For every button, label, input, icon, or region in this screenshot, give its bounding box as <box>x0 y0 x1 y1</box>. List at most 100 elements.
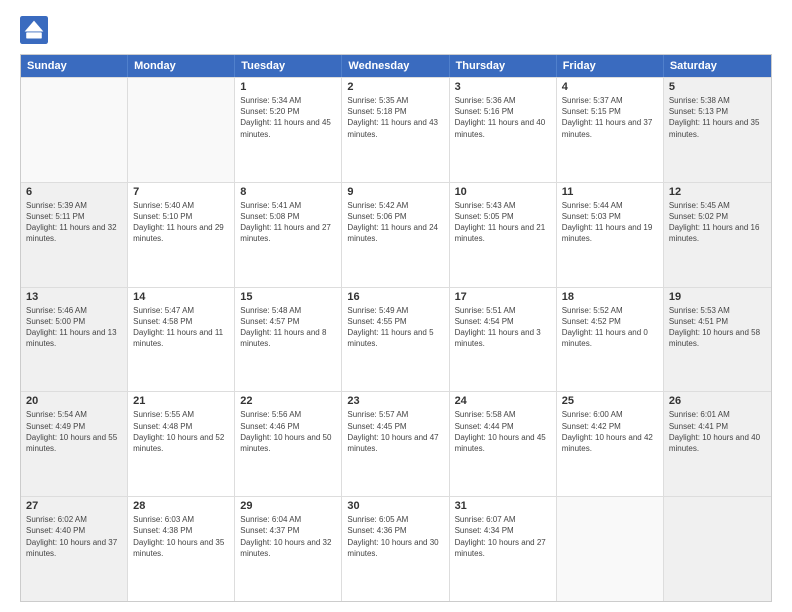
day-number: 12 <box>669 186 766 198</box>
cell-info: Sunrise: 5:53 AM Sunset: 4:51 PM Dayligh… <box>669 305 766 350</box>
calendar-cell-1-5: 11Sunrise: 5:44 AM Sunset: 5:03 PM Dayli… <box>557 183 664 287</box>
cell-info: Sunrise: 5:49 AM Sunset: 4:55 PM Dayligh… <box>347 305 443 350</box>
calendar-cell-2-3: 16 Sunrise: 5:49 AM Sunset: 4:55 PM Dayli… <box>342 288 449 392</box>
calendar-cell-3-6: 26 Sunrise: 6:01 AM Sunset: 4:41 PM Dayli… <box>664 392 771 496</box>
day-number: 21 <box>133 395 229 407</box>
day-number: 22 <box>240 395 336 407</box>
calendar-cell-0-5: 4Sunrise: 5:37 AM Sunset: 5:15 PM Daylig… <box>557 78 664 182</box>
day-number: 26 <box>669 395 766 407</box>
cell-info: Sunrise: 5:42 AM Sunset: 5:06 PM Dayligh… <box>347 200 443 245</box>
day-number: 13 <box>26 291 122 303</box>
calendar-cell-1-6: 12 Sunrise: 5:45 AM Sunset: 5:02 PM Dayli… <box>664 183 771 287</box>
cell-info: Sunrise: 5:58 AM Sunset: 4:44 PM Dayligh… <box>455 409 551 454</box>
day-number: 16 <box>347 291 443 303</box>
cell-info: Sunrise: 5:38 AM Sunset: 5:13 PM Dayligh… <box>669 95 766 140</box>
logo-icon <box>20 16 48 44</box>
day-number: 18 <box>562 291 658 303</box>
calendar-row-1: 6 Sunrise: 5:39 AM Sunset: 5:11 PM Daylig… <box>21 182 771 287</box>
day-number: 30 <box>347 500 443 512</box>
day-number: 1 <box>240 81 336 93</box>
day-number: 9 <box>347 186 443 198</box>
cell-info: Sunrise: 6:01 AM Sunset: 4:41 PM Dayligh… <box>669 409 766 454</box>
cell-info: Sunrise: 5:54 AM Sunset: 4:49 PM Dayligh… <box>26 409 122 454</box>
calendar-cell-3-3: 23Sunrise: 5:57 AM Sunset: 4:45 PM Dayli… <box>342 392 449 496</box>
calendar-cell-1-3: 9 Sunrise: 5:42 AM Sunset: 5:06 PM Daylig… <box>342 183 449 287</box>
cell-info: Sunrise: 5:48 AM Sunset: 4:57 PM Dayligh… <box>240 305 336 350</box>
logo <box>20 16 52 44</box>
day-number: 11 <box>562 186 658 198</box>
day-number: 19 <box>669 291 766 303</box>
calendar-header: SundayMondayTuesdayWednesdayThursdayFrid… <box>21 55 771 77</box>
day-number: 15 <box>240 291 336 303</box>
day-number: 7 <box>133 186 229 198</box>
day-number: 17 <box>455 291 551 303</box>
cell-info: Sunrise: 5:34 AM Sunset: 5:20 PM Dayligh… <box>240 95 336 140</box>
calendar-cell-2-1: 14 Sunrise: 5:47 AM Sunset: 4:58 PM Dayli… <box>128 288 235 392</box>
calendar-row-3: 20 Sunrise: 5:54 AM Sunset: 4:49 PM Dayli… <box>21 391 771 496</box>
calendar-row-0: 1 Sunrise: 5:34 AM Sunset: 5:20 PM Daylig… <box>21 77 771 182</box>
cell-info: Sunrise: 5:43 AM Sunset: 5:05 PM Dayligh… <box>455 200 551 245</box>
calendar-cell-3-1: 21Sunrise: 5:55 AM Sunset: 4:48 PM Dayli… <box>128 392 235 496</box>
day-number: 31 <box>455 500 551 512</box>
cell-info: Sunrise: 6:05 AM Sunset: 4:36 PM Dayligh… <box>347 514 443 559</box>
calendar-cell-3-2: 22 Sunrise: 5:56 AM Sunset: 4:46 PM Dayli… <box>235 392 342 496</box>
day-number: 4 <box>562 81 658 93</box>
weekday-header-saturday: Saturday <box>664 55 771 77</box>
weekday-header-thursday: Thursday <box>450 55 557 77</box>
calendar-cell-4-4: 31 Sunrise: 6:07 AM Sunset: 4:34 PM Dayli… <box>450 497 557 601</box>
cell-info: Sunrise: 5:56 AM Sunset: 4:46 PM Dayligh… <box>240 409 336 454</box>
day-number: 10 <box>455 186 551 198</box>
cell-info: Sunrise: 6:04 AM Sunset: 4:37 PM Dayligh… <box>240 514 336 559</box>
cell-info: Sunrise: 6:07 AM Sunset: 4:34 PM Dayligh… <box>455 514 551 559</box>
calendar-cell-2-6: 19 Sunrise: 5:53 AM Sunset: 4:51 PM Dayli… <box>664 288 771 392</box>
calendar-cell-0-1 <box>128 78 235 182</box>
calendar-cell-4-2: 29 Sunrise: 6:04 AM Sunset: 4:37 PM Dayli… <box>235 497 342 601</box>
calendar-cell-2-4: 17 Sunrise: 5:51 AM Sunset: 4:54 PM Dayli… <box>450 288 557 392</box>
calendar-cell-3-5: 25Sunrise: 6:00 AM Sunset: 4:42 PM Dayli… <box>557 392 664 496</box>
day-number: 5 <box>669 81 766 93</box>
calendar-cell-3-4: 24Sunrise: 5:58 AM Sunset: 4:44 PM Dayli… <box>450 392 557 496</box>
day-number: 27 <box>26 500 122 512</box>
cell-info: Sunrise: 5:46 AM Sunset: 5:00 PM Dayligh… <box>26 305 122 350</box>
calendar-row-2: 13 Sunrise: 5:46 AM Sunset: 5:00 PM Dayli… <box>21 287 771 392</box>
cell-info: Sunrise: 5:39 AM Sunset: 5:11 PM Dayligh… <box>26 200 122 245</box>
day-number: 14 <box>133 291 229 303</box>
cell-info: Sunrise: 5:40 AM Sunset: 5:10 PM Dayligh… <box>133 200 229 245</box>
day-number: 6 <box>26 186 122 198</box>
cell-info: Sunrise: 5:36 AM Sunset: 5:16 PM Dayligh… <box>455 95 551 140</box>
calendar-cell-0-6: 5 Sunrise: 5:38 AM Sunset: 5:13 PM Daylig… <box>664 78 771 182</box>
day-number: 2 <box>347 81 443 93</box>
calendar-cell-2-5: 18 Sunrise: 5:52 AM Sunset: 4:52 PM Dayli… <box>557 288 664 392</box>
weekday-header-wednesday: Wednesday <box>342 55 449 77</box>
page: SundayMondayTuesdayWednesdayThursdayFrid… <box>0 0 792 612</box>
calendar-cell-1-4: 10 Sunrise: 5:43 AM Sunset: 5:05 PM Dayli… <box>450 183 557 287</box>
cell-info: Sunrise: 5:41 AM Sunset: 5:08 PM Dayligh… <box>240 200 336 245</box>
calendar-cell-2-0: 13 Sunrise: 5:46 AM Sunset: 5:00 PM Dayli… <box>21 288 128 392</box>
day-number: 8 <box>240 186 336 198</box>
calendar-cell-0-3: 2Sunrise: 5:35 AM Sunset: 5:18 PM Daylig… <box>342 78 449 182</box>
cell-info: Sunrise: 5:51 AM Sunset: 4:54 PM Dayligh… <box>455 305 551 350</box>
cell-info: Sunrise: 5:45 AM Sunset: 5:02 PM Dayligh… <box>669 200 766 245</box>
calendar-cell-4-6 <box>664 497 771 601</box>
weekday-header-monday: Monday <box>128 55 235 77</box>
calendar-cell-0-4: 3Sunrise: 5:36 AM Sunset: 5:16 PM Daylig… <box>450 78 557 182</box>
calendar-cell-1-2: 8 Sunrise: 5:41 AM Sunset: 5:08 PM Daylig… <box>235 183 342 287</box>
calendar-cell-3-0: 20 Sunrise: 5:54 AM Sunset: 4:49 PM Dayli… <box>21 392 128 496</box>
calendar-cell-0-0 <box>21 78 128 182</box>
calendar: SundayMondayTuesdayWednesdayThursdayFrid… <box>20 54 772 602</box>
calendar-row-4: 27Sunrise: 6:02 AM Sunset: 4:40 PM Dayli… <box>21 496 771 601</box>
calendar-cell-2-2: 15 Sunrise: 5:48 AM Sunset: 4:57 PM Dayli… <box>235 288 342 392</box>
cell-info: Sunrise: 5:52 AM Sunset: 4:52 PM Dayligh… <box>562 305 658 350</box>
cell-info: Sunrise: 6:03 AM Sunset: 4:38 PM Dayligh… <box>133 514 229 559</box>
day-number: 28 <box>133 500 229 512</box>
cell-info: Sunrise: 5:47 AM Sunset: 4:58 PM Dayligh… <box>133 305 229 350</box>
day-number: 20 <box>26 395 122 407</box>
weekday-header-friday: Friday <box>557 55 664 77</box>
calendar-cell-1-1: 7 Sunrise: 5:40 AM Sunset: 5:10 PM Daylig… <box>128 183 235 287</box>
day-number: 29 <box>240 500 336 512</box>
calendar-body: 1 Sunrise: 5:34 AM Sunset: 5:20 PM Daylig… <box>21 77 771 601</box>
calendar-cell-4-1: 28 Sunrise: 6:03 AM Sunset: 4:38 PM Dayli… <box>128 497 235 601</box>
calendar-cell-4-5 <box>557 497 664 601</box>
weekday-header-tuesday: Tuesday <box>235 55 342 77</box>
weekday-header-sunday: Sunday <box>21 55 128 77</box>
